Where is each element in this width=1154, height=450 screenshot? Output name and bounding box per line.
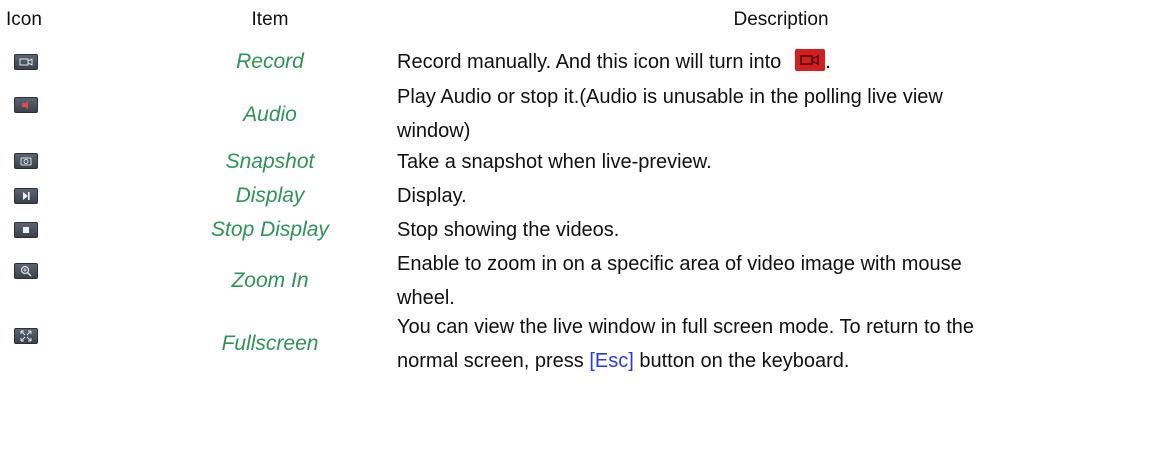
record-icon xyxy=(14,54,38,70)
audio-icon xyxy=(14,97,38,113)
esc-key-label: [Esc] xyxy=(589,350,634,372)
item-fullscreen: Fullscreen xyxy=(221,332,319,355)
item-snapshot: Snapshot xyxy=(225,150,315,173)
zoom-in-icon xyxy=(14,263,38,279)
desc-record: Record manually. And this icon will turn… xyxy=(397,45,1137,79)
desc-display: Display. xyxy=(397,179,1137,213)
fullscreen-icon xyxy=(14,328,38,344)
desc-zoom-in: Enable to zoom in on a specific area of … xyxy=(397,247,1137,315)
item-stop-display: Stop Display xyxy=(211,218,329,241)
desc-record-period: . xyxy=(825,51,831,73)
desc-fullscreen-text-b: button on the keyboard. xyxy=(639,350,850,372)
desc-fullscreen-line-2: normal screen, press [Esc] button on the… xyxy=(397,344,1137,378)
header-item: Item xyxy=(251,9,289,30)
item-audio: Audio xyxy=(243,103,297,126)
desc-fullscreen-line-1: You can view the live window in full scr… xyxy=(397,316,974,338)
snapshot-icon xyxy=(14,153,38,169)
desc-fullscreen: You can view the live window in full scr… xyxy=(397,310,1137,378)
stop-display-icon xyxy=(14,222,38,238)
desc-audio-line-1: Play Audio or stop it.(Audio is unusable… xyxy=(397,86,943,108)
desc-stop-display-text: Stop showing the videos. xyxy=(397,219,620,241)
record-active-icon xyxy=(795,49,826,71)
desc-zoom-in-line-1: Enable to zoom in on a specific area of … xyxy=(397,253,962,275)
header-description: Description xyxy=(733,9,829,30)
item-record: Record xyxy=(236,50,304,73)
desc-snapshot: Take a snapshot when live-preview. xyxy=(397,145,1137,179)
display-icon xyxy=(14,188,38,204)
desc-display-text: Display. xyxy=(397,185,467,207)
desc-fullscreen-text-a: normal screen, press xyxy=(397,350,584,372)
item-display: Display xyxy=(235,184,305,207)
header-icon: Icon xyxy=(6,9,42,30)
desc-audio: Play Audio or stop it.(Audio is unusable… xyxy=(397,80,1137,148)
desc-stop-display: Stop showing the videos. xyxy=(397,213,1137,247)
desc-snapshot-text: Take a snapshot when live-preview. xyxy=(397,151,712,173)
item-zoom-in: Zoom In xyxy=(231,269,309,292)
desc-audio-line-2: window) xyxy=(397,120,471,142)
desc-record-text: Record manually. And this icon will turn… xyxy=(397,51,782,73)
